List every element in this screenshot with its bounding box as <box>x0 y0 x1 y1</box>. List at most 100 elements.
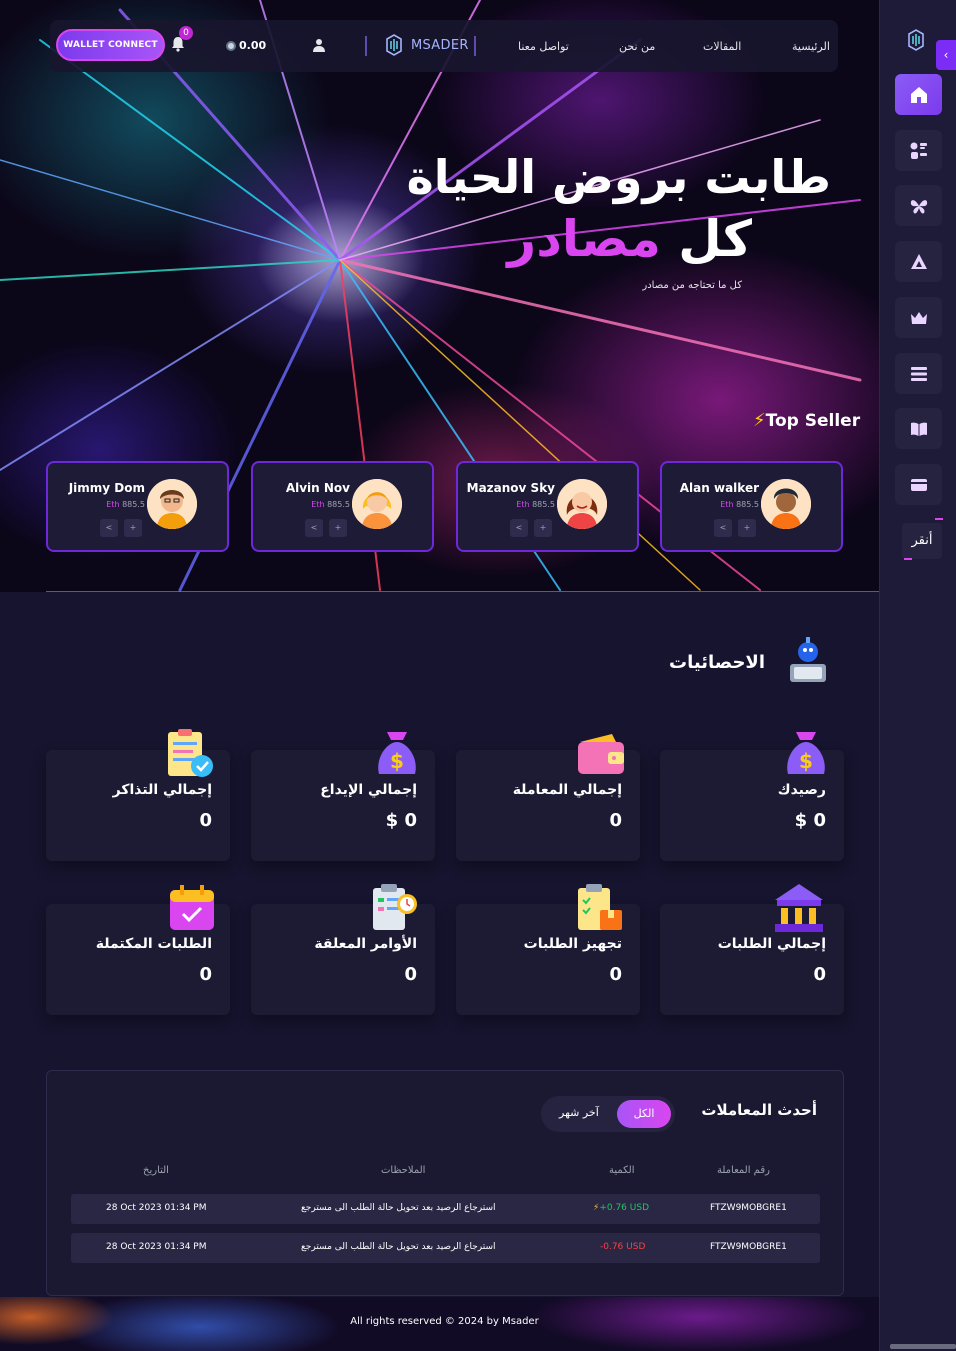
stat-label: إجمالي المعاملة <box>512 782 622 798</box>
seller-name: Mazanov Sky <box>466 481 555 495</box>
column-header-id: رقم المعاملة <box>717 1165 770 1176</box>
table-row: FTZW9MOBGRE1 -0.76 USD استرجاع الرصيد بع… <box>71 1233 820 1263</box>
seller-card[interactable]: Mazanov Sky Eth 885.5 < + <box>456 461 639 552</box>
stat-label: إجمالي الإيداع <box>320 782 417 798</box>
plus-icon[interactable]: + <box>124 519 142 537</box>
stat-value: 0 <box>404 964 417 985</box>
wallet-icon <box>578 734 624 774</box>
stat-label: إجمالي التذاكر <box>112 782 212 798</box>
seller-name: Alan walker <box>679 481 759 495</box>
nav-link-about[interactable]: من نحن <box>619 40 655 53</box>
transaction-note: استرجاع الرصيد بعد تحويل حالة الطلب الى … <box>301 1242 496 1252</box>
share-icon[interactable]: < <box>305 519 323 537</box>
seller-avatar <box>761 479 811 529</box>
stat-value: 0 <box>199 810 212 831</box>
share-icon[interactable]: < <box>510 519 528 537</box>
brand-logo[interactable]: MSADER <box>383 33 469 57</box>
book-icon <box>910 422 927 436</box>
seller-name: Jimmy Dom <box>68 481 145 495</box>
stat-card-balance: $ رصيدك 0 $ <box>660 732 844 861</box>
sidebar-item-crown[interactable] <box>895 297 942 338</box>
sidebar-item-home[interactable] <box>895 74 942 115</box>
triangle-icon <box>910 253 927 269</box>
footer-copyright: All rights reserved © 2024 by Msader <box>350 1316 539 1327</box>
stat-card-completed: الطلبات المكتملة 0 <box>46 885 230 1015</box>
plus-icon[interactable]: + <box>738 519 756 537</box>
coin-icon <box>226 40 236 51</box>
ticket-clipboard-icon <box>168 729 213 777</box>
top-seller-heading: ⚡ Top Seller <box>753 410 860 431</box>
apps-icon <box>910 142 927 159</box>
nav-link-articles[interactable]: المقالات <box>703 40 741 53</box>
transaction-amount: ⚡+0.76 USD <box>593 1203 649 1213</box>
sidebar-item-triangle[interactable] <box>895 241 942 282</box>
stat-value: 0 $ <box>385 810 417 831</box>
chevron-left-icon[interactable]: ‹ <box>936 40 956 70</box>
bank-icon <box>775 884 823 932</box>
top-seller-title: Top Seller <box>765 410 861 431</box>
hero-title-line2: كل مصادر <box>507 210 752 268</box>
msader-logo-icon[interactable] <box>905 28 927 52</box>
sidebar-item-card[interactable] <box>895 464 942 505</box>
horizontal-scrollbar[interactable] <box>890 1344 956 1349</box>
seller-price: Eth 885.5 <box>516 500 555 509</box>
share-icon[interactable]: < <box>100 519 118 537</box>
sidebar-item-list[interactable] <box>895 353 942 394</box>
nav-divider <box>365 36 367 56</box>
transactions-filter: الكل آخر شهر <box>541 1096 675 1132</box>
transaction-date: 28 Oct 2023 01:34 PM <box>106 1242 207 1252</box>
plus-icon[interactable]: + <box>329 519 347 537</box>
section-divider <box>46 591 879 592</box>
stat-value: 0 <box>609 810 622 831</box>
svg-text:$: $ <box>390 749 404 773</box>
filter-all-button[interactable]: الكل <box>617 1100 671 1128</box>
filter-last-month-button[interactable]: آخر شهر <box>559 1106 599 1119</box>
seller-card[interactable]: Alan walker Eth 885.5 < + <box>660 461 843 552</box>
seller-actions: < + <box>100 519 142 537</box>
wallet-connect-button[interactable]: WALLET CONNECT <box>56 29 165 61</box>
recent-transactions-panel: أحدث المعاملات الكل آخر شهر رقم المعاملة… <box>46 1070 844 1296</box>
stat-label: رصيدك <box>777 782 826 798</box>
stat-card-deposit: $ إجمالي الإيداع 0 $ <box>251 732 435 861</box>
brand-name: MSADER <box>411 37 469 53</box>
seller-avatar <box>147 479 197 529</box>
nav-link-home[interactable]: الرئيسية <box>792 40 830 53</box>
stat-card-pending: الأوامر المعلقة 0 <box>251 884 435 1015</box>
wallet-balance: 0.00 <box>226 39 266 52</box>
share-icon[interactable]: < <box>714 519 732 537</box>
column-header-amount: الكمية <box>609 1165 635 1176</box>
footer: All rights reserved © 2024 by Msader <box>0 1297 879 1351</box>
sidebar-click-button[interactable]: أنقر <box>902 523 942 559</box>
money-bag-icon: $ <box>378 732 416 774</box>
stat-label: إجمالي الطلبات <box>717 936 826 952</box>
stat-value: 0 <box>813 964 826 985</box>
stats-robot-icon <box>790 637 826 682</box>
transaction-note: استرجاع الرصيد بعد تحويل حالة الطلب الى … <box>301 1203 496 1213</box>
hero-title-accent: مصادر <box>507 210 661 268</box>
stat-card-transactions: إجمالي المعاملة 0 <box>456 734 640 861</box>
seller-actions: < + <box>714 519 756 537</box>
sidebar-item-book[interactable] <box>895 408 942 449</box>
seller-avatar <box>352 479 402 529</box>
nav-link-contact[interactable]: تواصل معنا <box>518 40 569 53</box>
seller-card[interactable]: Alvin Nov Eth 885.5 < + <box>251 461 434 552</box>
stats-title: الاحصائيات <box>669 652 765 673</box>
hero-subtitle: كل ما تحتاجه من مصادر <box>642 280 742 291</box>
clipboard-clock-icon <box>373 884 417 930</box>
user-icon[interactable] <box>312 38 326 52</box>
list-icon <box>910 366 927 381</box>
stat-label: الأوامر المعلقة <box>314 936 417 952</box>
sidebar-item-apps[interactable] <box>895 130 942 171</box>
stat-value: 0 <box>199 964 212 985</box>
sidebar-item-butterfly[interactable] <box>895 185 942 226</box>
crown-icon <box>910 311 927 324</box>
plus-icon[interactable]: + <box>534 519 552 537</box>
seller-card[interactable]: Jimmy Dom Eth 885.5 < + <box>46 461 229 552</box>
column-header-date: التاريخ <box>143 1165 169 1176</box>
clipboard-box-icon <box>578 884 622 930</box>
transactions-title: أحدث المعاملات <box>701 1101 817 1119</box>
stat-label: الطلبات المكتملة <box>95 936 212 952</box>
stat-label: تجهيز الطلبات <box>523 936 622 952</box>
top-navbar: WALLET CONNECT 0 0.00 MSADER تواصل معنا … <box>50 20 838 72</box>
right-sidebar: ‹ أنقر <box>879 0 956 1351</box>
